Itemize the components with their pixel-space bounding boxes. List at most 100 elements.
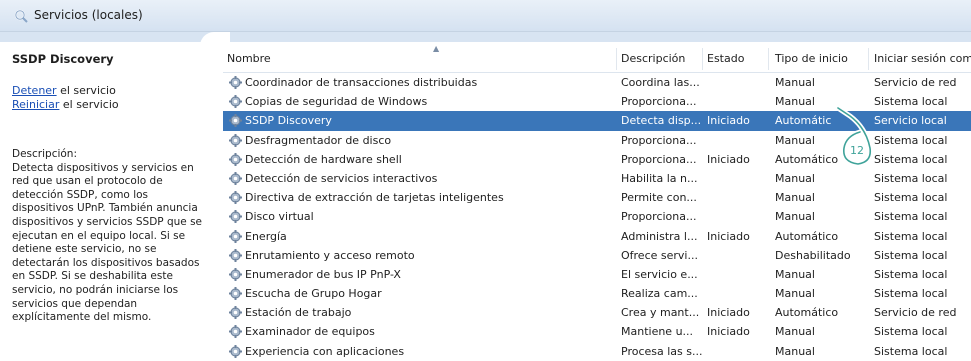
gear-icon bbox=[229, 114, 242, 128]
service-name-cell: Examinador de equipos bbox=[245, 325, 375, 339]
selected-service-name: SSDP Discovery bbox=[12, 52, 114, 66]
window-title: Servicios (locales) bbox=[34, 8, 143, 22]
service-logon-cell: Sistema local bbox=[874, 267, 948, 281]
table-row[interactable]: Estación de trabajo Crea y mant... Iniciad… bbox=[223, 303, 971, 322]
service-startup-cell: Manual bbox=[775, 325, 815, 339]
column-divider[interactable] bbox=[702, 48, 703, 70]
service-name-cell: Enrutamiento y acceso remoto bbox=[245, 248, 415, 262]
service-description-cell: Detecta disp... bbox=[621, 114, 702, 128]
table-row[interactable]: Energía Administra l... Iniciado Automático… bbox=[223, 227, 971, 246]
service-name-cell: SSDP Discovery bbox=[245, 114, 332, 128]
service-logon-cell: Sistema local bbox=[874, 229, 948, 243]
gear-icon bbox=[229, 344, 242, 358]
restart-service-link[interactable]: Reiniciar bbox=[12, 98, 59, 111]
gear-icon bbox=[229, 133, 242, 147]
gear-icon bbox=[229, 306, 242, 320]
gear-icon bbox=[229, 171, 242, 185]
list-pane-band bbox=[215, 32, 971, 42]
service-name-cell: Directiva de extracción de tarjetas inte… bbox=[245, 191, 504, 205]
service-name-cell: Detección de servicios interactivos bbox=[245, 171, 438, 185]
service-state-cell: Iniciado bbox=[707, 306, 750, 320]
column-header-state[interactable]: Estado bbox=[707, 52, 744, 65]
table-row[interactable]: Coordinador de transacciones distribuida… bbox=[223, 73, 971, 92]
gear-icon bbox=[229, 287, 242, 301]
restart-service-suffix: el servicio bbox=[59, 98, 119, 111]
gear-icon bbox=[229, 95, 242, 109]
service-description-cell: Crea y mant... bbox=[621, 306, 700, 320]
column-header-description[interactable]: Descripción bbox=[621, 52, 685, 65]
service-description-cell: Proporciona... bbox=[621, 133, 697, 147]
service-logon-cell: Sistema local bbox=[874, 210, 948, 224]
service-startup-cell: Manual bbox=[775, 191, 815, 205]
gear-icon bbox=[229, 210, 242, 224]
service-name-cell: Detección de hardware shell bbox=[245, 152, 402, 166]
column-header-startup-type[interactable]: Tipo de inicio bbox=[775, 52, 848, 65]
services-table: ▲ Nombre Descripción Estado Tipo de inic… bbox=[223, 44, 971, 361]
column-header-logon[interactable]: Iniciar sesión com bbox=[874, 52, 971, 65]
service-description-cell: Proporciona... bbox=[621, 152, 697, 166]
table-row[interactable]: Disco virtual Proporciona... Manual Sistema… bbox=[223, 207, 971, 226]
gear-icon bbox=[229, 152, 242, 166]
service-detail-pane: SSDP Discovery Detener el servicio Reini… bbox=[0, 42, 215, 354]
service-description-cell: Permite con... bbox=[621, 191, 697, 205]
gear-icon bbox=[229, 229, 242, 243]
service-name-cell: Desfragmentador de disco bbox=[245, 133, 392, 147]
service-logon-cell: Sistema local bbox=[874, 344, 948, 358]
service-name-cell: Energía bbox=[245, 229, 287, 243]
service-state-cell: Iniciado bbox=[707, 325, 750, 339]
service-startup-cell: Automático bbox=[775, 306, 839, 320]
left-pane-band bbox=[0, 32, 215, 42]
service-logon-cell: Servicio de red bbox=[874, 76, 957, 89]
service-state-cell: Iniciado bbox=[707, 152, 750, 166]
gear-icon bbox=[229, 248, 242, 262]
column-divider[interactable] bbox=[868, 48, 869, 70]
service-name-cell: Escucha de Grupo Hogar bbox=[245, 287, 382, 301]
service-name-cell: Enumerador de bus IP PnP-X bbox=[245, 267, 401, 281]
service-description-cell: El servicio e... bbox=[621, 267, 698, 281]
window-titlebar: Servicios (locales) bbox=[0, 0, 971, 32]
service-startup-cell: Manual bbox=[775, 76, 815, 89]
service-logon-cell: Sistema local bbox=[874, 248, 948, 262]
service-logon-cell: Servicio de red bbox=[874, 306, 957, 320]
service-name-cell: Disco virtual bbox=[245, 210, 314, 224]
column-header-name[interactable]: Nombre bbox=[227, 52, 271, 65]
column-divider[interactable] bbox=[768, 48, 769, 70]
table-row[interactable]: Enumerador de bus IP PnP-X El servicio e.… bbox=[223, 265, 971, 284]
service-name-cell: Estación de trabajo bbox=[245, 306, 352, 320]
service-name-cell: Experiencia con aplicaciones bbox=[245, 344, 405, 358]
stop-service-action: Detener el servicio bbox=[12, 84, 116, 97]
annotation-label: 12 bbox=[850, 144, 864, 157]
description-text: Detecta dispositivos y servicios en red … bbox=[12, 161, 202, 324]
table-row[interactable]: Enrutamiento y acceso remoto Ofrece servi… bbox=[223, 246, 971, 265]
service-description-cell: Proporciona... bbox=[621, 210, 697, 224]
service-startup-cell: Deshabilitado bbox=[775, 248, 851, 262]
service-description-cell: Administra l... bbox=[621, 229, 698, 243]
table-row[interactable]: Directiva de extracción de tarjetas inte… bbox=[223, 188, 971, 207]
service-state-cell: Iniciado bbox=[707, 114, 750, 128]
service-startup-cell: Manual bbox=[775, 267, 815, 281]
table-row[interactable]: Escucha de Grupo Hogar Realiza cam... Manu… bbox=[223, 284, 971, 303]
service-logon-cell: Sistema local bbox=[874, 191, 948, 205]
service-state-cell: Iniciado bbox=[707, 229, 750, 243]
column-divider[interactable] bbox=[616, 48, 617, 70]
service-startup-cell: Manual bbox=[775, 287, 815, 301]
service-logon-cell: Sistema local bbox=[874, 287, 948, 301]
service-description-cell: Realiza cam... bbox=[621, 287, 698, 301]
service-startup-cell: Manual bbox=[775, 210, 815, 224]
service-logon-cell: Sistema local bbox=[874, 325, 948, 339]
table-row[interactable]: Experiencia con aplicaciones Procesa las … bbox=[223, 342, 971, 361]
service-startup-cell: Automático bbox=[775, 229, 839, 243]
service-description-cell: Procesa las s... bbox=[621, 344, 703, 358]
service-description-cell: Coordina las... bbox=[621, 76, 700, 89]
stop-service-link[interactable]: Detener bbox=[12, 84, 57, 97]
table-header: ▲ Nombre Descripción Estado Tipo de inic… bbox=[223, 44, 971, 73]
service-description-cell: Habilita la n... bbox=[621, 171, 698, 185]
description-label: Descripción: bbox=[12, 148, 77, 160]
annotation-callout: 12 bbox=[836, 106, 873, 167]
table-row[interactable]: Examinador de equipos Mantiene u... Inicia… bbox=[223, 322, 971, 341]
service-startup-cell: Manual bbox=[775, 344, 815, 358]
gear-icon bbox=[229, 325, 242, 339]
service-description-cell: Proporciona... bbox=[621, 95, 697, 109]
service-description-cell: Ofrece servi... bbox=[621, 248, 698, 262]
gear-icon bbox=[229, 76, 242, 89]
